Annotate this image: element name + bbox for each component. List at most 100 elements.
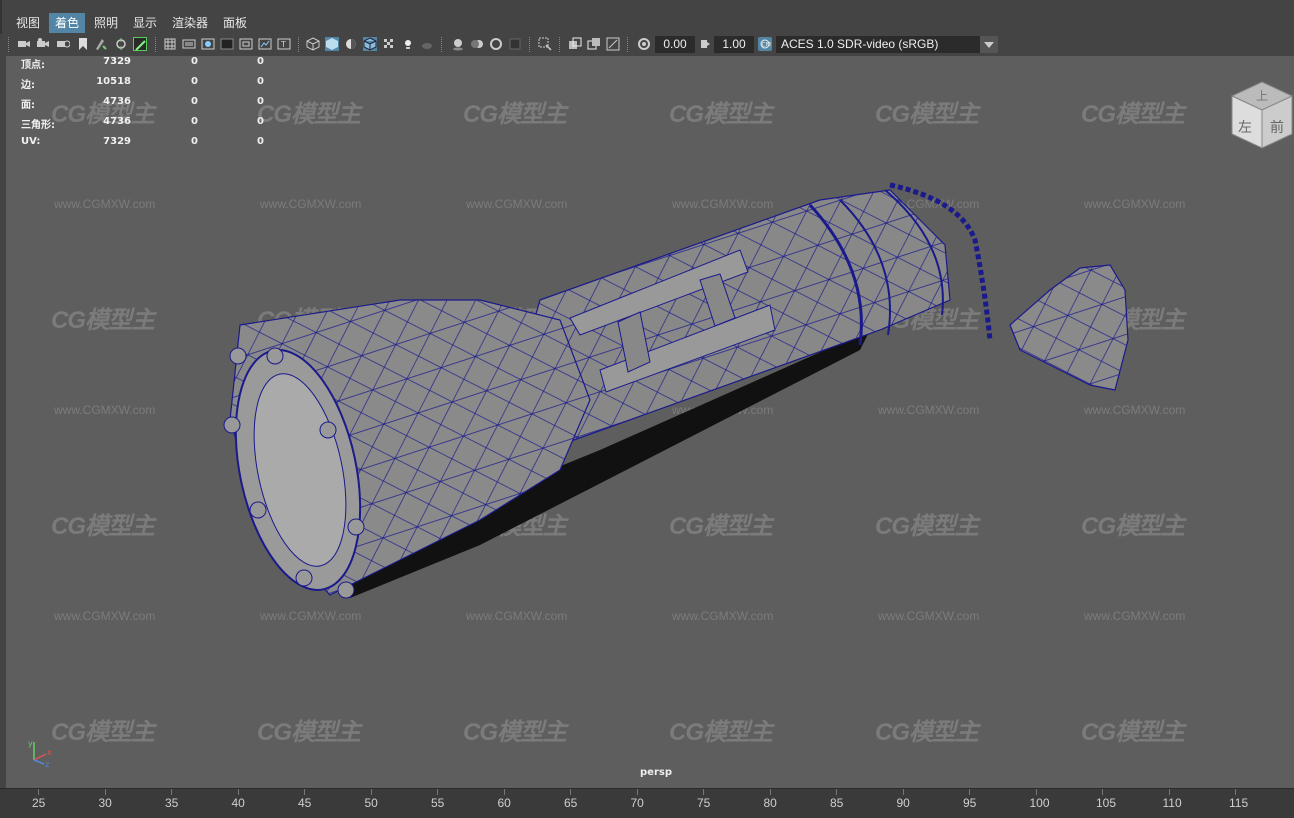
- chevron-down-icon[interactable]: [980, 36, 998, 53]
- ruler-frame-number: 45: [298, 796, 312, 810]
- svg-text:CM: CM: [762, 42, 771, 49]
- ruler-frame-number: 110: [1162, 796, 1182, 810]
- wireframe-icon[interactable]: [306, 37, 320, 51]
- toolbar-separator: [8, 37, 10, 52]
- hud-row-label: 边:: [21, 80, 35, 91]
- depth-of-field-icon[interactable]: [508, 37, 522, 51]
- ruler-frame-number: 60: [497, 796, 511, 810]
- ruler-frame-number: 85: [830, 796, 844, 810]
- screen-space-ao-icon[interactable]: [451, 37, 465, 51]
- toolbar-separator: [441, 37, 443, 52]
- safe-title-icon[interactable]: T: [277, 37, 291, 51]
- hud-row-value: 4736: [103, 96, 131, 107]
- menu-shading[interactable]: 着色: [49, 13, 86, 33]
- ruler-tick: [636, 789, 638, 795]
- menu-renderer[interactable]: 渲染器: [166, 13, 214, 33]
- hud-row-value: 0: [191, 116, 198, 127]
- toolbar-separator: [529, 37, 531, 52]
- ruler-tick: [104, 789, 106, 795]
- wireframe-on-shaded-icon[interactable]: [363, 37, 377, 51]
- ruler-tick: [703, 789, 704, 795]
- xray-icon[interactable]: [568, 37, 582, 51]
- gamma-field[interactable]: 1.00: [714, 36, 754, 53]
- toolbar-separator: [155, 37, 157, 52]
- hud-row-value: 0: [191, 136, 198, 147]
- color-management-icon[interactable]: CM: [758, 37, 772, 51]
- isolate-select-icon[interactable]: [538, 37, 552, 51]
- exposure-icon[interactable]: [637, 37, 651, 51]
- hud-row-value: 0: [257, 56, 264, 67]
- hud-row-label: 三角形:: [21, 120, 55, 131]
- view-cube-front-label: 前: [1270, 119, 1284, 136]
- ruler-tick: [769, 789, 771, 795]
- perspective-viewport[interactable]: CG模型主 www.CGMXW.com CG模型主 www.CGMXW.com CG模型…: [6, 56, 1294, 788]
- camera-select-icon[interactable]: [17, 37, 31, 51]
- film-gate-icon[interactable]: [182, 37, 196, 51]
- textured-icon[interactable]: [382, 37, 396, 51]
- resolution-gate-icon[interactable]: [201, 37, 215, 51]
- ruler-frame-number: 35: [165, 796, 179, 810]
- motion-blur-icon[interactable]: [470, 37, 484, 51]
- two-d-pan-icon[interactable]: [114, 37, 128, 51]
- view-cube[interactable]: 上 左 前: [1230, 78, 1294, 150]
- ruler-tick: [38, 789, 39, 795]
- anti-aliasing-icon[interactable]: [489, 37, 503, 51]
- ruler-frame-number: 75: [697, 796, 711, 810]
- hud-row-value: 7329: [103, 56, 131, 67]
- ruler-frame-number: 115: [1229, 796, 1249, 810]
- default-material-icon[interactable]: [344, 37, 358, 51]
- ruler-frame-number: 65: [564, 796, 578, 810]
- hud-row-value: 0: [191, 96, 198, 107]
- menu-panels[interactable]: 面板: [217, 13, 253, 33]
- axis-gizmo: y x z: [28, 739, 52, 768]
- ruler-tick: [1035, 789, 1037, 795]
- hud-row-label: UV:: [21, 136, 41, 147]
- camera-lock-icon[interactable]: [56, 37, 70, 51]
- ruler-tick: [1102, 789, 1103, 795]
- ruler-tick: [836, 789, 837, 795]
- axis-z-label: z: [45, 760, 49, 768]
- use-all-lights-icon[interactable]: [401, 37, 415, 51]
- camera-attr-icon[interactable]: [36, 37, 50, 51]
- ruler-tick: [570, 789, 571, 795]
- time-ruler[interactable]: 25 30 35 40 45 50 55 60 65 70 75 80 85 90 95 100 105 110 1…: [0, 788, 1294, 818]
- ruler-tick: [370, 789, 372, 795]
- gamma-icon[interactable]: [698, 37, 712, 51]
- menu-lighting[interactable]: 照明: [88, 13, 124, 33]
- xray-joints-icon[interactable]: [587, 37, 601, 51]
- toolbar-separator: [627, 37, 629, 52]
- ruler-frame-number: 95: [963, 796, 977, 810]
- grid-icon[interactable]: [163, 37, 177, 51]
- safe-action-icon[interactable]: [258, 37, 272, 51]
- toolbar-separator: [559, 37, 561, 52]
- ruler-tick: [171, 789, 172, 795]
- ruler-frame-number: 50: [364, 796, 378, 810]
- smooth-shade-icon[interactable]: [325, 37, 339, 51]
- ruler-frame-number: 105: [1096, 796, 1117, 810]
- menu-view[interactable]: 视图: [10, 13, 46, 33]
- axis-y-label: y: [28, 739, 33, 748]
- toolbar-separator: [298, 37, 300, 52]
- hud-row-value: 0: [257, 116, 264, 127]
- exposure-field[interactable]: 0.00: [655, 36, 695, 53]
- gate-mask-icon[interactable]: [220, 37, 234, 51]
- hud-row-value: 4736: [103, 116, 131, 127]
- ruler-frame-number: 70: [630, 796, 644, 810]
- ruler-tick: [437, 789, 438, 795]
- menu-show[interactable]: 显示: [127, 13, 163, 33]
- ruler-frame-number: 40: [231, 796, 245, 810]
- hud-row-value: 0: [257, 76, 264, 87]
- xray-components-icon[interactable]: [606, 37, 620, 51]
- shadows-icon[interactable]: [420, 37, 434, 51]
- hud-row-value: 7329: [103, 136, 131, 147]
- grease-pencil-icon[interactable]: [133, 37, 147, 51]
- image-plane-icon[interactable]: [94, 37, 108, 51]
- hud-row-label: 顶点:: [21, 60, 45, 71]
- flashlight-model[interactable]: [6, 56, 1294, 788]
- color-space-dropdown[interactable]: ACES 1.0 SDR-video (sRGB): [776, 36, 998, 53]
- field-chart-icon[interactable]: [239, 37, 253, 51]
- hud-row-value: 10518: [96, 76, 131, 87]
- bookmark-icon[interactable]: [76, 37, 90, 51]
- view-cube-top-label: 上: [1256, 89, 1268, 103]
- ruler-tick: [1168, 789, 1170, 795]
